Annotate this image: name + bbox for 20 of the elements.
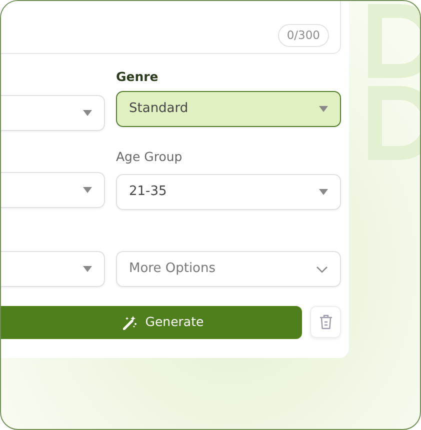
field-label: Age Group xyxy=(116,148,184,166)
caret-icon xyxy=(83,266,92,272)
select-field[interactable]: Standard xyxy=(116,91,341,127)
description-field[interactable]: 0/300 xyxy=(1,1,341,54)
dropdown[interactable]: More Options xyxy=(116,251,341,287)
generate-button[interactable]: Generate xyxy=(1,306,302,339)
trash-icon xyxy=(318,314,332,330)
caret-icon xyxy=(83,187,92,193)
select-field[interactable]: 21-35 xyxy=(116,174,341,210)
caret-icon xyxy=(83,110,92,116)
caret-icon xyxy=(319,106,328,112)
field-label: Genre xyxy=(116,68,160,86)
select-field[interactable] xyxy=(1,251,105,287)
select-field[interactable] xyxy=(1,95,105,131)
magic-wand-icon xyxy=(123,316,138,330)
chevron-icon xyxy=(316,266,328,272)
delete-button[interactable] xyxy=(310,306,341,338)
caret-icon xyxy=(319,189,328,195)
select-field[interactable] xyxy=(1,172,105,208)
character-counter: 0/300 xyxy=(278,24,329,47)
